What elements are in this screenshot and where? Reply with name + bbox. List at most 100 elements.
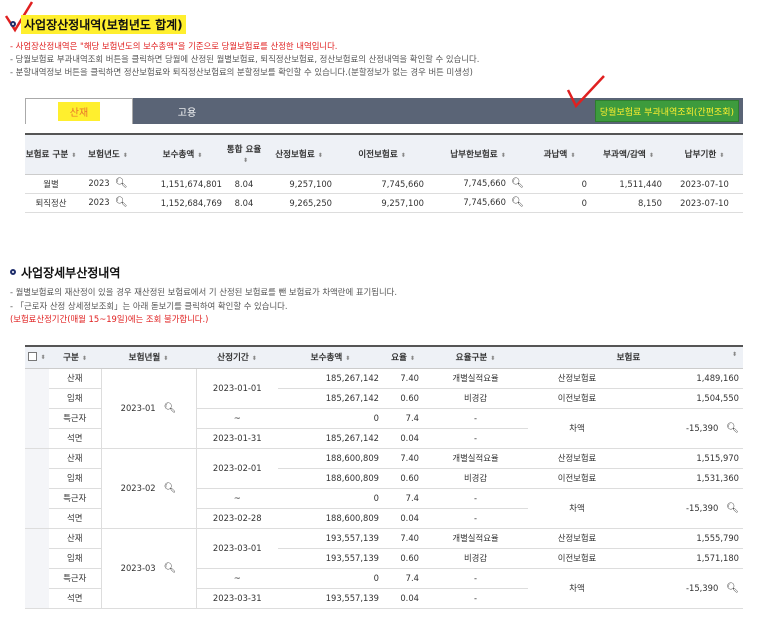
col-header[interactable]: 보수총액 ⬍ — [278, 346, 383, 369]
sort-icon: ⬍ — [81, 355, 87, 363]
rate-cell: 7.4 — [383, 488, 423, 509]
col-header[interactable]: 부과액/감액 ⬍ — [591, 134, 666, 175]
sort-icon: ⬍ — [345, 355, 351, 363]
sort-icon: ⬍ — [490, 355, 496, 363]
kind-cell: 임채 — [49, 388, 101, 409]
table-header: 보험료 구분 ⬍ 보험년도 ⬍ 보수총액 ⬍ 통합 요율⬍ 산정보험료 ⬍ 이전보험료 ⬍… — [25, 134, 743, 175]
col-header[interactable]: 산정기간 ⬍ — [196, 346, 278, 369]
bullet-icon — [10, 269, 16, 275]
kind-cell: 석면 — [49, 428, 101, 449]
period-from: 2023-02-01 — [196, 448, 278, 489]
sort-icon: ⬍ — [40, 354, 46, 362]
premium-label: 이전보험료 — [528, 548, 626, 569]
rate-type-cell: - — [423, 508, 528, 529]
search-icon[interactable]: 🔍︎ — [164, 403, 177, 414]
search-icon[interactable]: 🔍︎ — [164, 483, 177, 494]
col-header[interactable]: 납부기한 ⬍ — [666, 134, 743, 175]
table-row: 퇴직정산 2023 🔍︎ 1,152,684,769 8.04 9,265,25… — [25, 193, 743, 213]
select-all-checkbox[interactable] — [28, 352, 38, 362]
diff-value: -15,390 🔍︎ — [626, 568, 743, 609]
search-icon[interactable]: 🔍︎ — [511, 197, 524, 208]
search-icon[interactable]: 🔍︎ — [115, 178, 128, 189]
table-row: 산재 2023-01 🔍︎ 2023-01-01 185,267,142 7.40 개별실… — [25, 368, 743, 449]
col-header[interactable]: 요율 ⬍ — [383, 346, 423, 369]
rate-type-cell: 비경감 — [423, 388, 528, 409]
col-header[interactable]: 보험년월 ⬍ — [101, 346, 196, 369]
col-header[interactable]: 산정보험료 ⬍ — [262, 134, 336, 175]
premium-label: 산정보험료 — [528, 368, 626, 389]
wage-cell: 188,600,809 — [278, 508, 383, 529]
sort-icon: ⬍ — [731, 351, 737, 359]
period-tilde: ~ — [196, 488, 278, 509]
rate-cell: 7.4 — [383, 408, 423, 429]
section2-title: 사업장세부산정내역 — [10, 264, 120, 280]
search-icon[interactable]: 🔍︎ — [511, 178, 524, 189]
search-icon[interactable]: 🔍︎ — [115, 197, 128, 208]
search-icon[interactable]: 🔍︎ — [726, 503, 739, 514]
search-icon[interactable]: 🔍︎ — [164, 563, 177, 574]
row-checkbox-cell — [25, 368, 49, 449]
sort-icon: ⬍ — [163, 355, 169, 363]
rate-cell: 7.40 — [383, 368, 423, 389]
wage-cell: 0 — [278, 568, 383, 589]
col-header[interactable]: 과납액 ⬍ — [528, 134, 591, 175]
note: - 「근로자 산정 상세정보조회」는 아래 돋보기를 클릭하여 확인할 수 있습… — [10, 300, 288, 311]
col-header[interactable]: 납부한보험료 ⬍ — [428, 134, 528, 175]
rate-type-cell: - — [423, 408, 528, 429]
col-header[interactable]: 보수총액 ⬍ — [139, 134, 226, 175]
kind-cell: 특근자 — [49, 488, 101, 509]
table-row: 산재 2023-02 🔍︎ 2023-02-01 188,600,809 7.40 개별실… — [25, 448, 743, 529]
tab-sanjae[interactable]: 산재 — [25, 98, 133, 124]
diff-value: -15,390 🔍︎ — [626, 408, 743, 449]
sort-icon: ⬍ — [122, 152, 128, 160]
detail-table: ⬍ 구분 ⬍ 보험년월 ⬍ 산정기간 ⬍ 보수총액 ⬍ 요율 ⬍ 요율구분 ⬍ 보험료 ⬍ 산… — [25, 345, 743, 609]
kind-cell: 특근자 — [49, 568, 101, 589]
detail-table-body: 산재 2023-01 🔍︎ 2023-01-01 185,267,142 7.40 개별실… — [25, 368, 743, 609]
search-icon[interactable]: 🔍︎ — [726, 583, 739, 594]
rate-cell: 7.40 — [383, 448, 423, 469]
section1-title: 사업장산정내역(보험년도 합계) — [10, 14, 186, 34]
wage-cell: 188,600,809 — [278, 468, 383, 489]
col-header[interactable]: 보험료 구분 ⬍ — [25, 134, 77, 175]
premium-value: 1,504,550 — [626, 388, 743, 409]
col-header[interactable]: 이전보험료 ⬍ — [336, 134, 428, 175]
col-header[interactable]: 보험년도 ⬍ — [77, 134, 139, 175]
premium-label: 산정보험료 — [528, 448, 626, 469]
kind-cell: 산재 — [49, 528, 101, 549]
rate-type-cell: - — [423, 588, 528, 609]
rate-cell: 0.04 — [383, 588, 423, 609]
premium-value: 1,531,360 — [626, 468, 743, 489]
search-icon[interactable]: 🔍︎ — [726, 423, 739, 434]
period-tilde: ~ — [196, 408, 278, 429]
premium-value: 1,571,180 — [626, 548, 743, 569]
period-to: 2023-02-28 — [196, 508, 278, 529]
rate-cell: 0.04 — [383, 428, 423, 449]
monthly-premium-inquiry-button[interactable]: 당월보험료 부과내역조회(간편조회) — [594, 100, 739, 122]
col-header[interactable]: 요율구분 ⬍ — [423, 346, 528, 369]
rate-cell: 0.04 — [383, 508, 423, 529]
col-header[interactable]: 통합 요율⬍ — [226, 134, 262, 175]
premium-label: 이전보험료 — [528, 388, 626, 409]
summary-table: 보험료 구분 ⬍ 보험년도 ⬍ 보수총액 ⬍ 통합 요율⬍ 산정보험료 ⬍ 이전보험료 ⬍… — [25, 133, 743, 213]
diff-value: -15,390 🔍︎ — [626, 488, 743, 529]
bullet-icon — [10, 21, 16, 27]
row-checkbox-cell — [25, 448, 49, 529]
col-header[interactable]: 구분 ⬍ — [49, 346, 101, 369]
insurance-tab-bar: 산재 고용 당월보험료 부과내역조회(간편조회) — [25, 98, 743, 124]
tab-goyong[interactable]: 고용 — [133, 98, 241, 124]
rate-cell: 0.60 — [383, 388, 423, 409]
col-header[interactable]: 보험료 ⬍ — [528, 346, 743, 369]
period-to: 2023-01-31 — [196, 428, 278, 449]
rate-type-cell: - — [423, 428, 528, 449]
premium-value: 1,515,970 — [626, 448, 743, 469]
table-row: 월별 2023 🔍︎ 1,151,674,801 8.04 9,257,100 … — [25, 174, 743, 194]
ym-cell: 2023-03 🔍︎ — [100, 528, 197, 609]
sort-icon: ⬍ — [648, 152, 654, 160]
period-from: 2023-01-01 — [196, 368, 278, 409]
rate-type-cell: 개별실적요율 — [423, 368, 528, 389]
wage-cell: 188,600,809 — [278, 448, 383, 469]
kind-cell: 석면 — [49, 508, 101, 529]
note: - 분할내역정보 버튼을 클릭하면 정산보험료와 퇴직정산보험료의 분할정보를 … — [10, 67, 473, 78]
section1-notes: - 사업장산정내역은 "해당 보험년도의 보수총액"을 기준으로 당월보험료를 … — [10, 40, 479, 80]
kind-cell: 산재 — [49, 368, 101, 389]
